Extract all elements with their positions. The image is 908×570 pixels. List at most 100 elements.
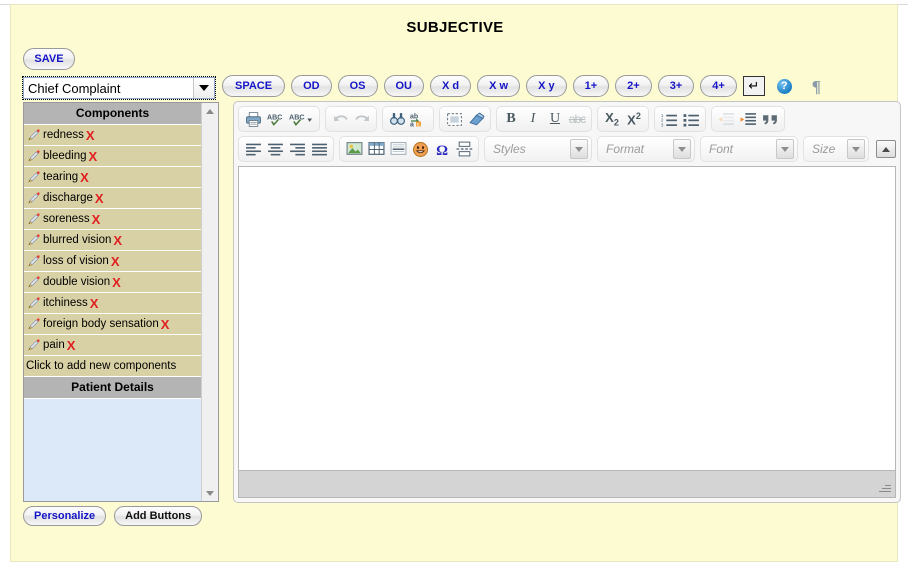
- collapse-toolbar-button[interactable]: [876, 140, 896, 158]
- subscript-icon[interactable]: X2: [601, 108, 623, 130]
- section-select[interactable]: Chief Complaint: [22, 76, 216, 100]
- add-new-component-link[interactable]: Click to add new components: [24, 356, 201, 377]
- panel-action-buttons: Personalize Add Buttons: [23, 506, 203, 526]
- strikethrough-icon[interactable]: abc: [566, 108, 588, 130]
- list-item-label: itchiness: [43, 297, 88, 309]
- components-panel: Components redness X bleeding X tearing …: [23, 102, 219, 502]
- pencil-icon: [28, 297, 40, 309]
- list-item[interactable]: bleeding X: [24, 146, 201, 167]
- align-center-icon[interactable]: [264, 138, 286, 160]
- list-item[interactable]: pain X: [24, 335, 201, 356]
- undo-icon[interactable]: [329, 108, 351, 130]
- chevron-down-icon[interactable]: [776, 139, 794, 159]
- italic-icon[interactable]: I: [522, 108, 544, 130]
- remove-icon[interactable]: X: [88, 149, 97, 164]
- table-icon[interactable]: [365, 138, 387, 160]
- chevron-down-icon[interactable]: [570, 139, 588, 159]
- personalize-button[interactable]: Personalize: [23, 506, 107, 526]
- pencil-icon: [28, 129, 40, 141]
- scroll-down-icon[interactable]: [202, 485, 218, 501]
- list-item[interactable]: loss of vision X: [24, 251, 201, 272]
- list-item[interactable]: blurred vision X: [24, 230, 201, 251]
- save-button[interactable]: SAVE: [23, 48, 75, 70]
- svg-text:3: 3: [661, 122, 664, 127]
- quick-button-2plus[interactable]: 2+: [615, 75, 652, 97]
- remove-format-icon[interactable]: [465, 108, 487, 130]
- editor-content-area[interactable]: [238, 166, 896, 471]
- quick-button-od[interactable]: OD: [291, 75, 332, 97]
- quick-button-1plus[interactable]: 1+: [572, 75, 610, 97]
- quick-button-os[interactable]: OS: [337, 75, 378, 97]
- align-left-icon[interactable]: [242, 138, 264, 160]
- print-icon[interactable]: [242, 108, 264, 130]
- svg-text:a: a: [410, 121, 414, 128]
- list-item[interactable]: foreign body sensation X: [24, 314, 201, 335]
- superscript-icon[interactable]: X2: [623, 108, 645, 130]
- remove-icon[interactable]: X: [86, 128, 95, 143]
- list-item[interactable]: itchiness X: [24, 293, 201, 314]
- horizontal-rule-icon[interactable]: [387, 138, 409, 160]
- list-item[interactable]: double vision X: [24, 272, 201, 293]
- size-combo[interactable]: Size: [803, 136, 869, 162]
- special-char-icon[interactable]: Ω: [431, 138, 453, 160]
- select-all-icon[interactable]: [443, 108, 465, 130]
- scroll-up-icon[interactable]: [202, 103, 218, 119]
- underline-icon[interactable]: U: [544, 108, 566, 130]
- enter-icon[interactable]: ↵: [742, 76, 765, 96]
- components-scrollbar[interactable]: [201, 103, 218, 501]
- quick-button-3plus[interactable]: 3+: [657, 75, 695, 97]
- add-buttons-button[interactable]: Add Buttons: [114, 506, 203, 526]
- numbered-list-icon[interactable]: 123: [658, 108, 680, 130]
- quick-button-xd[interactable]: X d: [430, 75, 472, 97]
- page-break-icon[interactable]: [453, 138, 475, 160]
- list-item[interactable]: discharge X: [24, 188, 201, 209]
- remove-icon[interactable]: X: [161, 317, 170, 332]
- remove-icon[interactable]: X: [92, 212, 101, 227]
- pencil-icon: [28, 318, 40, 330]
- indent-icon[interactable]: [737, 108, 759, 130]
- align-justify-icon[interactable]: [308, 138, 330, 160]
- chevron-down-icon[interactable]: [673, 139, 691, 159]
- bold-icon[interactable]: B: [500, 108, 522, 130]
- remove-icon[interactable]: X: [80, 170, 89, 185]
- list-item[interactable]: soreness X: [24, 209, 201, 230]
- remove-icon[interactable]: X: [111, 254, 120, 269]
- resize-handle-icon[interactable]: [878, 481, 891, 494]
- remove-icon[interactable]: X: [90, 296, 99, 311]
- spellcheck-menu-icon[interactable]: ABC: [286, 108, 316, 130]
- list-item-label: discharge: [43, 192, 93, 204]
- remove-icon[interactable]: X: [95, 191, 104, 206]
- image-icon[interactable]: [343, 138, 365, 160]
- toolbar-group-script: X2 X2: [597, 106, 649, 132]
- pencil-icon: [28, 276, 40, 288]
- quick-button-xw[interactable]: X w: [477, 75, 521, 97]
- replace-icon[interactable]: ab a c: [408, 108, 430, 130]
- quick-button-4plus[interactable]: 4+: [700, 75, 737, 97]
- remove-icon[interactable]: X: [112, 275, 121, 290]
- remove-icon[interactable]: X: [67, 338, 76, 353]
- font-combo[interactable]: Font: [700, 136, 798, 162]
- editor-toolbar-row-1: ABC ABC ab a c B I U abc X2 X2 1 2 3: [238, 106, 896, 132]
- font-combo-label: Font: [709, 142, 734, 156]
- quick-button-xy[interactable]: X y: [526, 75, 567, 97]
- help-icon[interactable]: ?: [776, 78, 792, 94]
- list-item-label: blurred vision: [43, 234, 112, 246]
- spellcheck-icon[interactable]: ABC: [264, 108, 286, 130]
- pilcrow-icon[interactable]: ¶: [812, 78, 821, 95]
- chevron-down-icon[interactable]: [193, 78, 214, 98]
- remove-icon[interactable]: X: [113, 233, 122, 248]
- blockquote-icon[interactable]: [759, 108, 781, 130]
- chevron-down-icon[interactable]: [847, 139, 865, 159]
- list-item[interactable]: tearing X: [24, 167, 201, 188]
- smiley-icon[interactable]: [409, 138, 431, 160]
- find-icon[interactable]: [386, 108, 408, 130]
- outdent-icon[interactable]: [715, 108, 737, 130]
- quick-button-ou[interactable]: OU: [383, 75, 424, 97]
- format-combo[interactable]: Format: [597, 136, 695, 162]
- styles-combo[interactable]: Styles: [484, 136, 592, 162]
- list-item[interactable]: redness X: [24, 125, 201, 146]
- align-right-icon[interactable]: [286, 138, 308, 160]
- redo-icon[interactable]: [351, 108, 373, 130]
- bulleted-list-icon[interactable]: [680, 108, 702, 130]
- quick-button-space[interactable]: SPACE: [222, 75, 286, 97]
